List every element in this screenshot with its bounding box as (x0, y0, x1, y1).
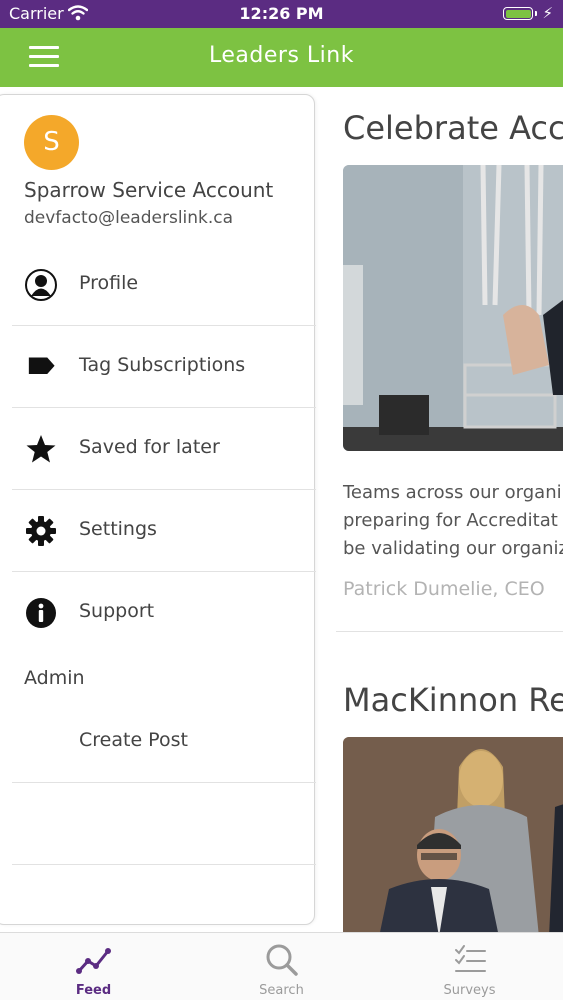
post-excerpt: Teams across our organi preparing for Ac… (343, 479, 563, 563)
tag-icon (28, 357, 55, 374)
activity-icon (76, 948, 111, 974)
group-photo (343, 737, 563, 932)
app-title: Leaders Link (209, 43, 354, 68)
tab-label: Search (259, 983, 304, 998)
battery-icon (503, 7, 537, 20)
post-author: Patrick Dumelie, CEO (343, 578, 545, 600)
menu-item-profile[interactable]: Profile (12, 244, 316, 326)
post-image[interactable] (343, 737, 563, 932)
gear-icon (26, 516, 56, 546)
post-title[interactable]: MacKinnon Re (343, 681, 563, 719)
navigation-drawer: S Sparrow Service Account devfacto@leade… (0, 94, 316, 925)
nav-bar: Leaders Link (0, 28, 563, 87)
divider (12, 782, 316, 783)
status-bar: Carrier 12:26 PM ⚡ (0, 0, 563, 28)
menu-item-label: Profile (79, 272, 139, 294)
menu-item-label: Create Post (79, 729, 188, 751)
search-icon (266, 944, 298, 976)
avatar[interactable]: S (24, 115, 79, 170)
post-excerpt-line: be validating our organiz (343, 538, 563, 559)
menu-item-label: Saved for later (79, 436, 220, 458)
menu-item-support[interactable]: Support (12, 572, 316, 654)
tab-feed[interactable]: Feed (0, 933, 187, 1001)
person-icon (25, 269, 57, 301)
admin-section-label: Admin (24, 667, 85, 689)
menu-item-create-post[interactable]: Create Post (12, 701, 316, 783)
menu-item-settings[interactable]: Settings (12, 490, 316, 572)
post-title[interactable]: Celebrate Acc (343, 109, 563, 147)
menu-item-saved-for-later[interactable]: Saved for later (12, 408, 316, 490)
crutches-photo (343, 165, 563, 451)
post-excerpt-line: preparing for Accreditat (343, 510, 558, 531)
star-icon (26, 435, 56, 463)
divider (336, 631, 563, 632)
tab-search[interactable]: Search (188, 933, 375, 1001)
account-name: Sparrow Service Account (24, 178, 274, 202)
charging-icon: ⚡ (542, 4, 553, 22)
menu-item-tag-subscriptions[interactable]: Tag Subscriptions (12, 326, 316, 408)
tab-label: Surveys (443, 983, 496, 998)
post-excerpt-line: Teams across our organi (343, 482, 562, 503)
post-image[interactable] (343, 165, 563, 451)
tab-label: Feed (75, 983, 112, 998)
divider (12, 864, 316, 865)
menu-item-label: Tag Subscriptions (79, 354, 246, 376)
menu-item-label: Settings (79, 518, 157, 540)
checklist-icon (455, 945, 486, 972)
menu-item-label: Support (79, 600, 155, 622)
tab-surveys[interactable]: Surveys (376, 933, 563, 1001)
status-time: 12:26 PM (239, 4, 324, 23)
tab-bar: Feed Search Surveys (0, 932, 563, 1000)
info-icon (26, 598, 56, 628)
account-email: devfacto@leaderslink.ca (24, 208, 234, 228)
